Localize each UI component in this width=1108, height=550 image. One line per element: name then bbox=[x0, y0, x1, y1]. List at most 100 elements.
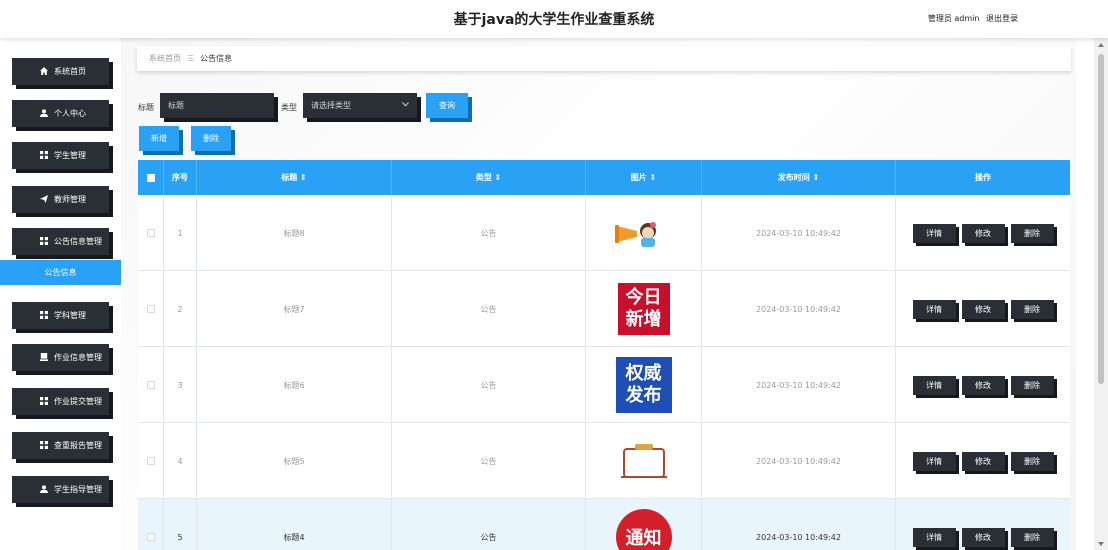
row-checkbox[interactable] bbox=[146, 305, 155, 313]
row-type: 公告 bbox=[392, 499, 586, 550]
document-icon bbox=[40, 353, 48, 361]
row-select-cell[interactable] bbox=[138, 195, 164, 271]
sidebar-item-label: 系统首页 bbox=[54, 67, 86, 76]
column-header-sortable[interactable]: 发布时间 ⇕ bbox=[702, 160, 896, 195]
detail-button[interactable]: 详情 bbox=[912, 527, 956, 547]
title-filter-label: 标题 bbox=[138, 103, 154, 112]
image-text: 权威发布 bbox=[615, 357, 672, 413]
column-header-sortable[interactable]: 图片 ⇕ bbox=[586, 160, 702, 195]
row-time: 2024-03-10 10:49:42 bbox=[702, 195, 896, 271]
row-index: 4 bbox=[164, 423, 197, 499]
jinri-xinzeng-image: 今日新增 bbox=[615, 281, 673, 337]
sidebar-item-plagiarism-report[interactable]: 查重报告管理 bbox=[12, 432, 109, 459]
type-select[interactable]: 请选择类型 bbox=[303, 93, 417, 118]
sidebar-item-profile[interactable]: 个人中心 bbox=[12, 100, 109, 127]
sidebar-item-home[interactable]: 系统首页 bbox=[12, 58, 109, 85]
delete-button[interactable]: 删除 bbox=[1010, 299, 1054, 319]
row-index: 2 bbox=[164, 271, 197, 347]
breadcrumb-home[interactable]: 系统首页 bbox=[149, 53, 181, 64]
grid-icon bbox=[40, 311, 48, 319]
column-header-sortable[interactable]: 标题 ⇕ bbox=[197, 160, 392, 195]
scroll-up-icon[interactable] bbox=[1098, 43, 1104, 47]
image-text: 通知 bbox=[615, 509, 672, 550]
breadcrumb-separator-icon: ☰ bbox=[187, 54, 195, 63]
delete-button[interactable]: 删除 bbox=[1010, 375, 1054, 395]
row-time: 2024-03-10 10:49:42 bbox=[702, 271, 896, 347]
row-image-cell: 今日新增 bbox=[586, 271, 702, 347]
scrollbar-thumb[interactable] bbox=[1098, 54, 1104, 384]
row-index: 5 bbox=[164, 499, 197, 550]
delete-button[interactable]: 删除 bbox=[1010, 223, 1054, 243]
sidebar-item-subjects[interactable]: 学科管理 bbox=[12, 302, 109, 329]
delete-button[interactable]: 删除 bbox=[1010, 451, 1054, 471]
row-title: 标题8 bbox=[197, 195, 392, 271]
breadcrumb-current: 公告信息 bbox=[200, 54, 233, 63]
row-title: 标题4 bbox=[197, 499, 392, 550]
row-select-cell[interactable] bbox=[138, 499, 164, 550]
sidebar-item-homework-info[interactable]: 作业信息管理 bbox=[12, 344, 109, 371]
row-type: 公告 bbox=[392, 195, 586, 271]
user-icon bbox=[40, 109, 48, 117]
sidebar-item-students[interactable]: 学生管理 bbox=[12, 142, 109, 169]
sidebar-item-label: 学生管理 bbox=[54, 151, 86, 160]
query-button[interactable]: 查询 bbox=[426, 93, 468, 118]
edit-button[interactable]: 修改 bbox=[961, 451, 1005, 471]
sidebar-item-label: 个人中心 bbox=[54, 109, 86, 118]
vertical-scrollbar[interactable] bbox=[1094, 38, 1108, 550]
logout-link[interactable]: 退出登录 bbox=[986, 14, 1018, 23]
detail-button[interactable]: 详情 bbox=[912, 223, 956, 243]
row-select-cell[interactable] bbox=[138, 347, 164, 423]
column-header-sortable[interactable]: 类型 ⇕ bbox=[392, 160, 586, 195]
type-filter-label: 类型 bbox=[281, 103, 297, 112]
row-time: 2024-03-10 10:49:42 bbox=[702, 499, 896, 550]
table-row: 5 标题4 公告 通知 2024-03-10 10:49:42 详情 修改 删除 bbox=[138, 499, 1070, 550]
row-select-cell[interactable] bbox=[138, 423, 164, 499]
edit-button[interactable]: 修改 bbox=[961, 223, 1005, 243]
row-actions: 详情 修改 删除 bbox=[896, 347, 1070, 423]
title-search-input[interactable] bbox=[160, 93, 274, 118]
row-checkbox[interactable] bbox=[146, 381, 155, 389]
sidebar-item-label: 查重报告管理 bbox=[54, 441, 102, 450]
sidebar-subitem-announcement-info[interactable]: 公告信息 bbox=[0, 260, 121, 285]
row-time: 2024-03-10 10:49:42 bbox=[702, 423, 896, 499]
edit-button[interactable]: 修改 bbox=[961, 527, 1005, 547]
sidebar: 系统首页 个人中心 学生管理 教师管理 公告信息管理 公告信息 学科管理 作业信… bbox=[0, 38, 121, 550]
sidebar-item-teachers[interactable]: 教师管理 bbox=[12, 186, 109, 213]
scroll-down-icon[interactable] bbox=[1098, 542, 1104, 546]
grid-icon bbox=[40, 151, 48, 159]
user-area: 管理员 admin 退出登录 bbox=[924, 13, 1018, 24]
main-content: 系统首页 ☰ 公告信息 标题 类型 请选择类型 查询 新增 删除 序号 标题 ⇕… bbox=[121, 38, 1076, 550]
select-all-cell[interactable] bbox=[138, 160, 164, 195]
delete-button[interactable]: 删除 bbox=[1010, 527, 1054, 547]
row-checkbox[interactable] bbox=[146, 457, 155, 465]
row-image-cell bbox=[586, 423, 702, 499]
send-icon bbox=[40, 195, 48, 203]
add-button[interactable]: 新增 bbox=[139, 126, 179, 151]
row-checkbox[interactable] bbox=[146, 533, 155, 541]
table-row: 4 标题5 公告 2024-03-10 10:49:42 详情 修改 删除 bbox=[138, 423, 1070, 499]
edit-button[interactable]: 修改 bbox=[961, 375, 1005, 395]
edit-button[interactable]: 修改 bbox=[961, 299, 1005, 319]
home-icon bbox=[40, 67, 48, 75]
sidebar-item-label: 作业信息管理 bbox=[54, 353, 102, 362]
user-label: 管理员 admin bbox=[927, 14, 980, 23]
row-image-cell: 权威发布 bbox=[586, 347, 702, 423]
select-all-checkbox[interactable] bbox=[146, 173, 155, 182]
sidebar-item-homework-submit[interactable]: 作业提交管理 bbox=[12, 388, 109, 415]
sidebar-item-label: 教师管理 bbox=[54, 195, 86, 204]
row-title: 标题7 bbox=[197, 271, 392, 347]
row-actions: 详情 修改 删除 bbox=[896, 499, 1070, 550]
detail-button[interactable]: 详情 bbox=[912, 375, 956, 395]
row-select-cell[interactable] bbox=[138, 271, 164, 347]
detail-button[interactable]: 详情 bbox=[912, 299, 956, 319]
sidebar-item-student-guidance[interactable]: 学生指导管理 bbox=[12, 476, 109, 503]
row-checkbox[interactable] bbox=[146, 229, 155, 237]
table-header: 序号 标题 ⇕ 类型 ⇕ 图片 ⇕ 发布时间 ⇕ 操作 bbox=[138, 160, 1070, 195]
row-title: 标题5 bbox=[197, 423, 392, 499]
breadcrumb: 系统首页 ☰ 公告信息 bbox=[137, 46, 1071, 71]
megaphone-girl-image bbox=[614, 205, 673, 261]
sidebar-item-announcements[interactable]: 公告信息管理 bbox=[12, 228, 109, 255]
column-header: 序号 bbox=[164, 160, 197, 195]
batch-delete-button[interactable]: 删除 bbox=[191, 126, 231, 151]
detail-button[interactable]: 详情 bbox=[912, 451, 956, 471]
